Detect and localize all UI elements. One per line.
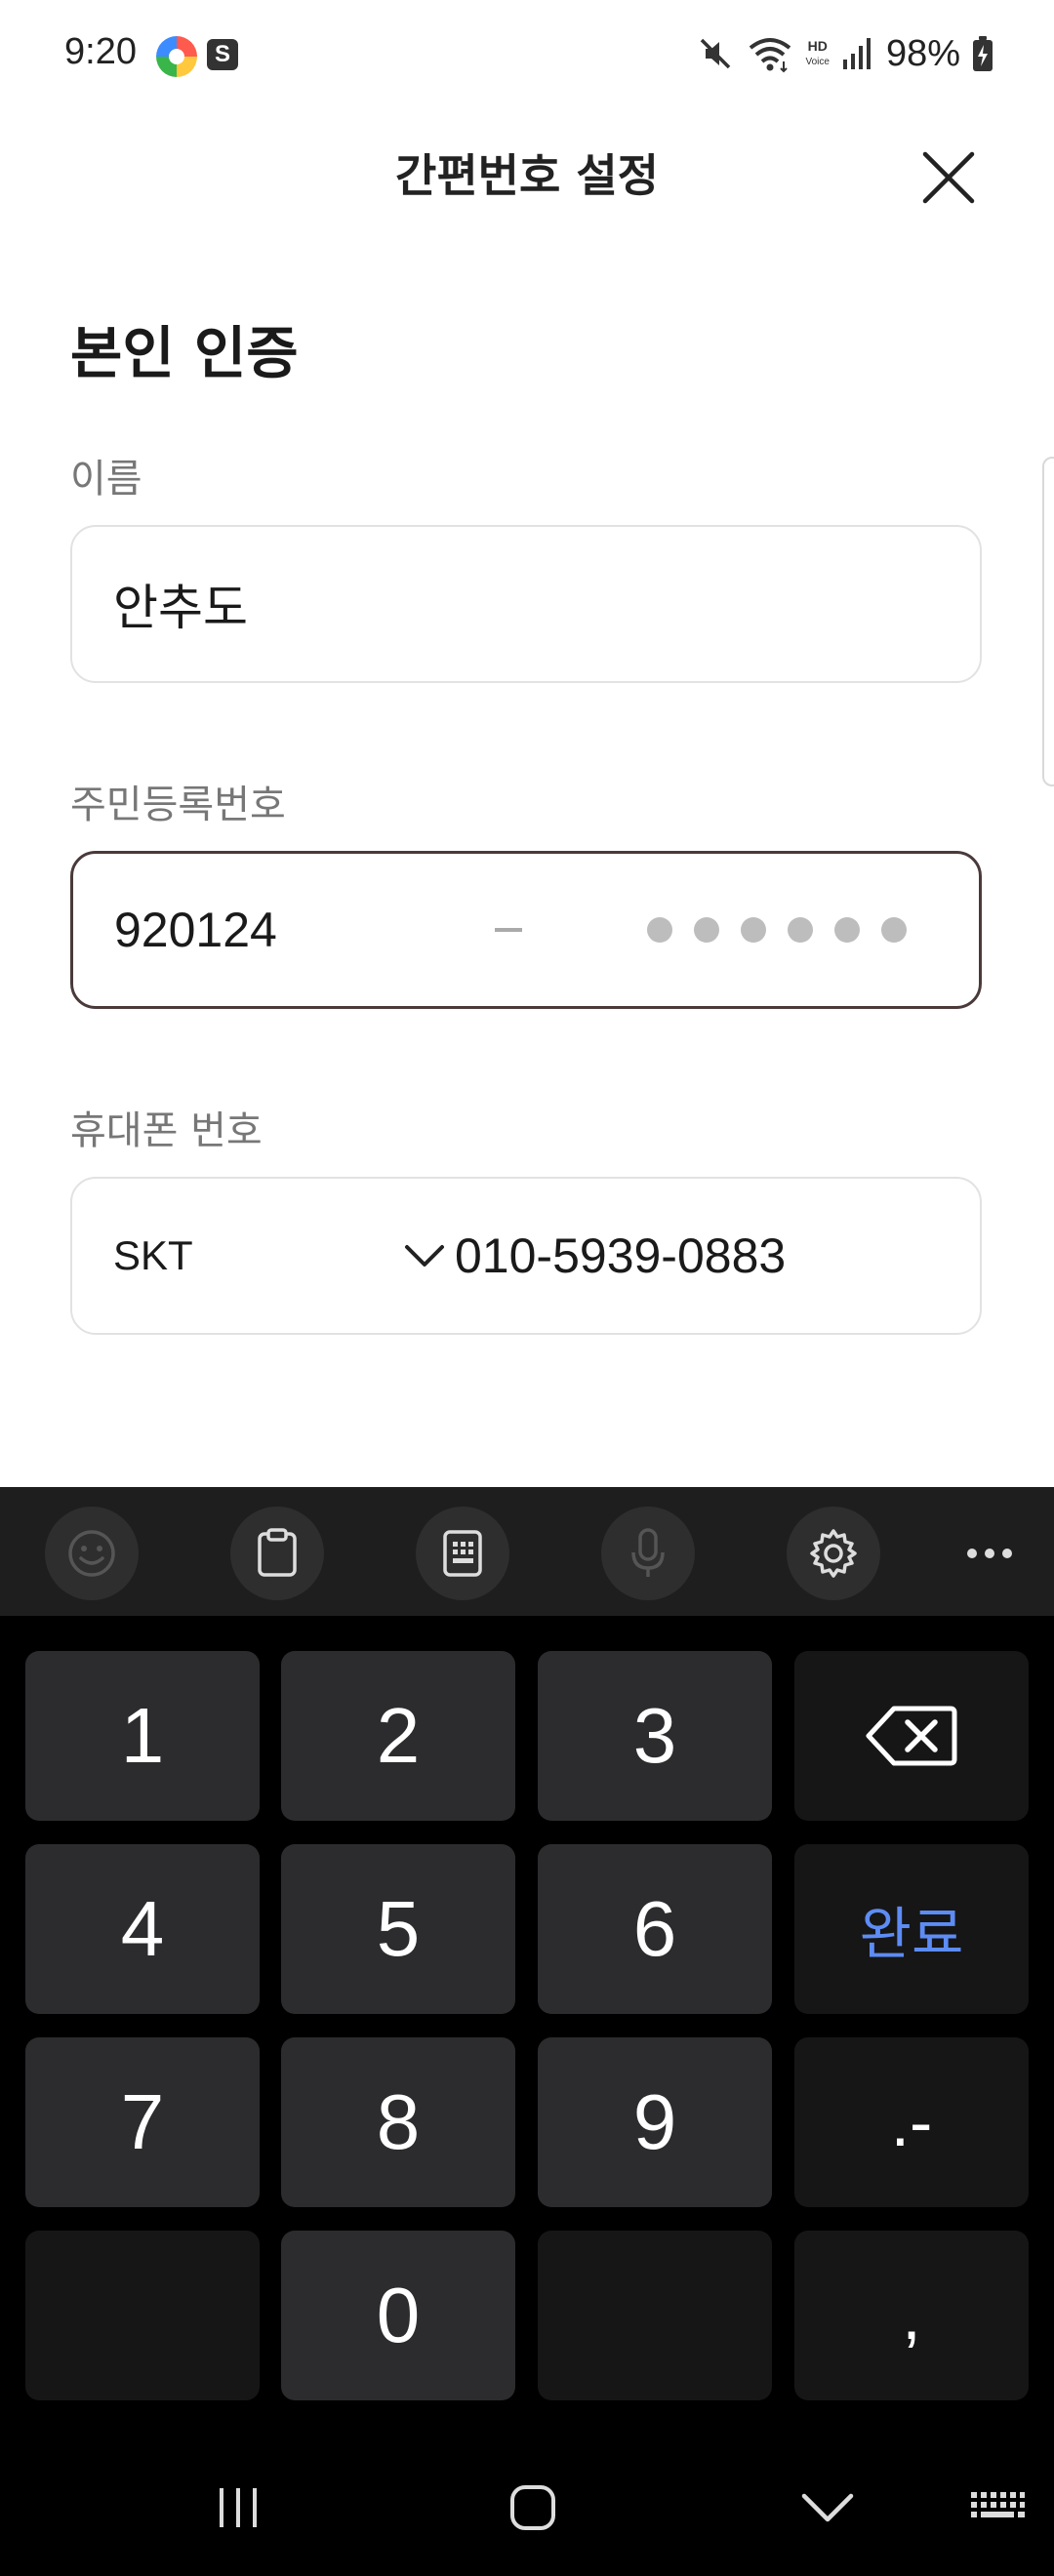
home-icon [510,2485,555,2530]
carrier-select[interactable]: SKT [113,1179,426,1333]
key-9[interactable]: 9 [538,2037,772,2207]
navigation-bar [0,2439,1054,2576]
backspace-icon [866,1706,957,1766]
close-icon [922,151,975,204]
mute-icon [701,38,731,69]
masked-digit [834,917,860,943]
keyboard-toolbar [0,1487,1054,1616]
name-label: 이름 [70,457,142,502]
more-button[interactable] [943,1507,1036,1600]
scroll-indicator [1042,457,1054,786]
settings-icon [810,1529,857,1578]
more-icon [967,1549,1012,1558]
keyboard-switch-button[interactable] [949,2469,1046,2547]
numeric-keyboard: 1 2 3 4 5 6 완료 7 8 9 .- 0 , [0,1487,1054,2576]
clipboard-icon [258,1528,297,1577]
keypad-button[interactable] [416,1507,509,1600]
dot-dash-key[interactable]: .- [794,2037,1029,2207]
masked-digit [881,917,907,943]
masked-digit [694,917,719,943]
clipboard-button[interactable] [230,1507,324,1600]
key-0[interactable]: 0 [281,2231,515,2400]
empty-key-left [25,2231,260,2400]
key-4[interactable]: 4 [25,1844,260,2014]
recent-apps-icon [220,2488,257,2527]
wifi-icon [750,38,791,73]
app-notification-icon [156,36,197,77]
rrn-field[interactable]: 920124 [70,851,982,1009]
empty-key-right [538,2231,772,2400]
masked-digit [647,917,672,943]
backspace-key[interactable] [794,1651,1029,1821]
rrn-masked-digits [647,917,907,943]
recent-apps-button[interactable] [189,2469,287,2547]
back-icon [801,2493,854,2522]
phone-label: 휴대폰 번호 [70,1108,263,1153]
key-2[interactable]: 2 [281,1651,515,1821]
masked-digit [741,917,766,943]
phone-number-input[interactable]: 010-5939-0883 [455,1228,786,1284]
chevron-down-icon[interactable] [404,1243,445,1268]
key-6[interactable]: 6 [538,1844,772,2014]
keyboard-icon [971,2492,1025,2517]
key-7[interactable]: 7 [25,2037,260,2207]
signal-icon [842,38,871,69]
key-1[interactable]: 1 [25,1651,260,1821]
microphone-icon [631,1528,665,1577]
page-title: 간편번호 설정 [395,149,659,202]
name-field[interactable]: 안추도 [70,525,982,683]
home-button[interactable] [484,2469,582,2547]
voice-input-button[interactable] [601,1507,695,1600]
rrn-front-value: 920124 [114,903,277,957]
emoji-icon [68,1530,115,1577]
status-bar: 9:20 S HD Voice 98% [0,0,1054,109]
key-5[interactable]: 5 [281,1844,515,2014]
keypad-icon [443,1530,482,1577]
status-time: 9:20 [64,31,137,72]
done-key[interactable]: 완료 [794,1844,1029,2014]
comma-key[interactable]: , [794,2231,1029,2400]
back-button[interactable] [779,2469,876,2547]
key-3[interactable]: 3 [538,1651,772,1821]
phone-field: SKT 010-5939-0883 [70,1177,982,1335]
battery-percent: 98% [885,32,960,74]
name-value: 안추도 [113,580,248,636]
masked-digit [788,917,813,943]
key-8[interactable]: 8 [281,2037,515,2207]
section-title: 본인 인증 [70,320,299,386]
close-button[interactable] [900,129,997,226]
rrn-dash [495,928,522,932]
emoji-button[interactable] [45,1507,139,1600]
rrn-label: 주민등록번호 [70,783,286,827]
carrier-value: SKT [113,1232,193,1278]
keyboard-settings-button[interactable] [787,1507,880,1600]
header: 간편번호 설정 [0,109,1054,236]
battery-charging-icon [973,36,993,71]
s-app-notification-icon: S [207,39,238,70]
status-icons: HD Voice 98% [696,29,993,78]
hd-voice-icon: HD Voice [805,37,830,67]
